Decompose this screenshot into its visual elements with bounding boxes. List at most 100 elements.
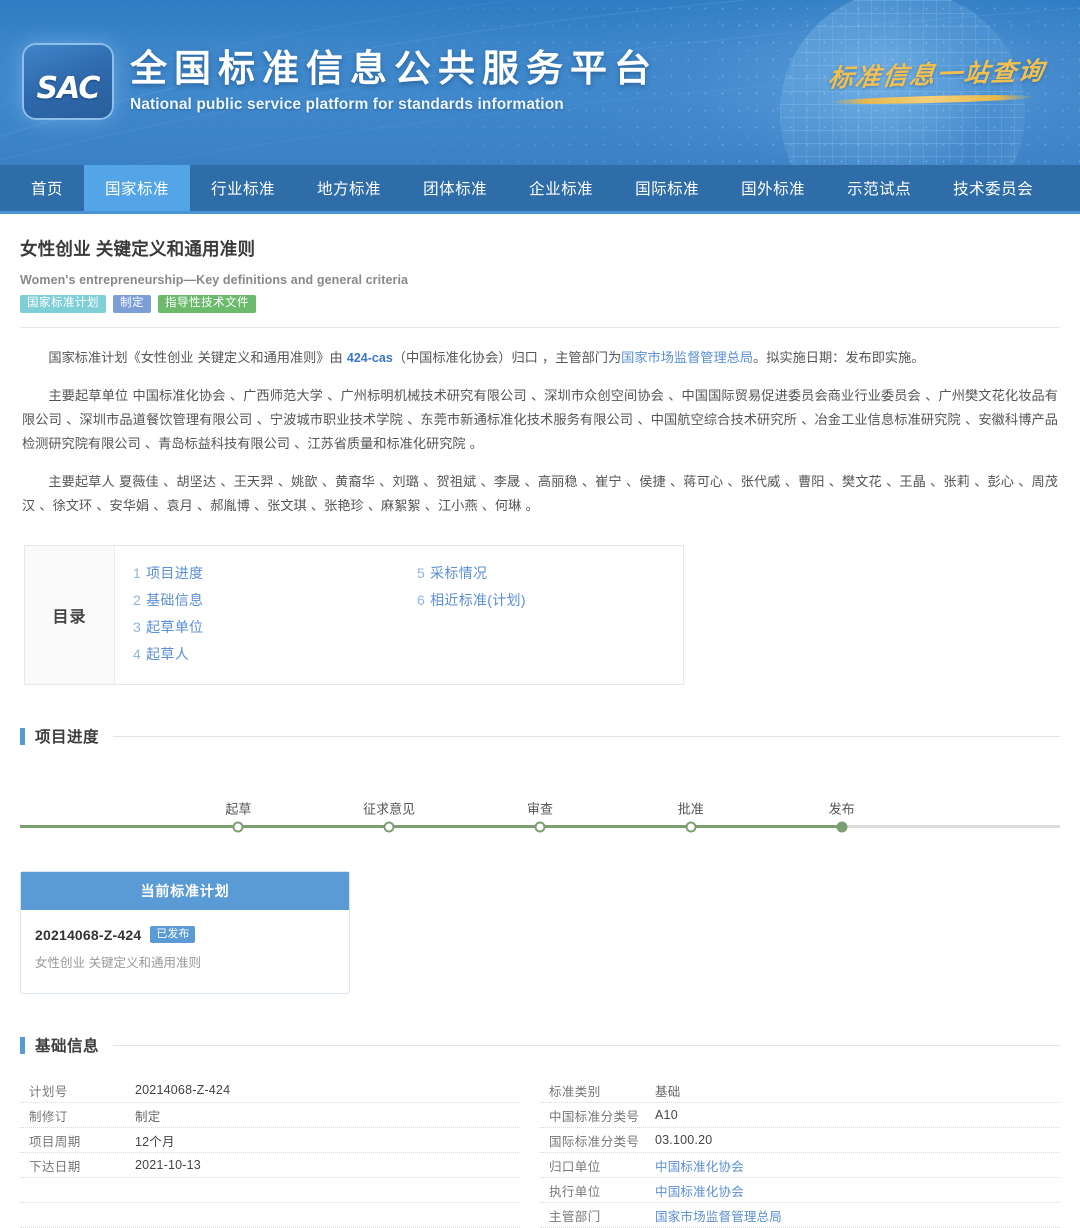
timeline-step-4: 批准: [685, 821, 696, 832]
timeline-step-1: 起草: [233, 821, 244, 832]
nav-item-enterprise[interactable]: 企业标准: [508, 165, 614, 211]
toc-item-number: 3: [133, 619, 141, 635]
info-row-key: 主管部门: [540, 1206, 655, 1225]
competent-department-link[interactable]: 国家市场监督管理总局: [621, 351, 753, 366]
main-navigation[interactable]: 首页国家标准行业标准地方标准团体标准企业标准国际标准国外标准示范试点技术委员会: [0, 165, 1080, 211]
timeline-step-3: 审查: [535, 821, 546, 832]
timeline-dot: [233, 821, 244, 832]
plan-card-body: 20214068-Z-424 已发布 女性创业 关键定义和通用准则: [21, 910, 349, 993]
info-row-value: 12个月: [135, 1131, 175, 1150]
toc-item-4[interactable]: 4 起草人: [133, 641, 399, 668]
section-header-progress: 项目进度: [20, 725, 1060, 747]
toc-columns: 1项目进度2基础信息3起草单位 4 起草人 5采标情况6相近标准(计划): [115, 546, 683, 684]
toc-item-label: 基础信息: [146, 592, 203, 608]
info-row-spacer: [20, 1203, 520, 1228]
section-title-progress: 项目进度: [35, 725, 99, 747]
tag-list: 国家标准计划制定指导性技术文件: [20, 295, 1060, 314]
nav-item-foreign[interactable]: 国外标准: [720, 165, 826, 211]
info-row: 制修订制定: [20, 1103, 520, 1128]
timeline-step-2: 征求意见: [384, 821, 395, 832]
toc-item-1[interactable]: 1项目进度: [133, 560, 399, 587]
timeline-step-label: 起草: [225, 798, 251, 817]
tag-badge-2: 指导性技术文件: [158, 295, 256, 314]
info-row-key: 项目周期: [20, 1131, 135, 1150]
nav-item-national[interactable]: 国家标准: [84, 165, 190, 211]
info-row-key: 下达日期: [20, 1156, 135, 1175]
summary-paragraph: 国家标准计划《女性创业 关键定义和通用准则》由 424-cas（中国标准化协会）…: [20, 346, 1060, 371]
nav-item-home[interactable]: 首页: [10, 165, 84, 211]
section-title-basic-info: 基础信息: [35, 1034, 99, 1056]
table-of-contents: 目录 1项目进度2基础信息3起草单位 4 起草人 5采标情况6相近标准(计划): [24, 545, 684, 685]
basic-info-column-right: 标准类别基础中国标准分类号A10国际标准分类号03.100.20归口单位中国标准…: [540, 1078, 1060, 1228]
toc-item-3[interactable]: 3起草单位: [133, 614, 399, 641]
plan-code-link[interactable]: 424-cas: [347, 351, 393, 365]
nav-item-demo[interactable]: 示范试点: [826, 165, 932, 211]
site-title-cn: 全国标准信息公共服务平台: [130, 48, 658, 91]
nav-item-group[interactable]: 团体标准: [402, 165, 508, 211]
timeline-step-label: 审查: [527, 798, 553, 817]
timeline-step-label: 批准: [678, 798, 704, 817]
drafters-label: 主要起草人: [48, 475, 119, 490]
timeline-step-5: 发布: [836, 821, 847, 832]
page-content: 女性创业 关键定义和通用准则 Women's entrepreneurship—…: [0, 236, 1080, 1228]
toc-label: 目录: [25, 546, 115, 684]
sac-logo-text: SAC: [37, 71, 100, 106]
progress-timeline: 起草征求意见审查批准发布: [20, 785, 1060, 837]
info-row: 下达日期2021-10-13: [20, 1153, 520, 1178]
tag-badge-0: 国家标准计划: [20, 295, 106, 314]
nav-item-committee[interactable]: 技术委员会: [932, 165, 1054, 211]
info-row-key: 国际标准分类号: [540, 1131, 655, 1150]
nav-item-local[interactable]: 地方标准: [296, 165, 402, 211]
info-row-value-link[interactable]: 国家市场监督管理总局: [655, 1206, 782, 1225]
info-row: 标准类别基础: [540, 1078, 1060, 1103]
toc-item-number: 5: [417, 565, 425, 581]
drafting-units-text: 中国标准化协会 、广西师范大学 、广州标明机械技术研究有限公司 、深圳市众创空间…: [22, 389, 1058, 452]
toc-item-label: 起草人: [146, 646, 189, 662]
status-badge: 已发布: [150, 926, 195, 943]
plan-card-title: 当前标准计划: [21, 872, 349, 910]
toc-item-number: 4: [133, 646, 141, 662]
nav-item-industry[interactable]: 行业标准: [190, 165, 296, 211]
toc-item-6[interactable]: 6相近标准(计划): [417, 587, 683, 614]
timeline-progress-fill: [20, 825, 842, 828]
plan-name: 女性创业 关键定义和通用准则: [35, 952, 335, 971]
site-header-banner: SAC 全国标准信息公共服务平台 National public service…: [0, 0, 1080, 165]
info-row: 计划号20214068-Z-424: [20, 1078, 520, 1103]
section-accent-bar: [20, 1037, 25, 1054]
page-title: 女性创业 关键定义和通用准则: [20, 236, 1060, 261]
basic-info-table: 计划号20214068-Z-424制修订制定项目周期12个月下达日期2021-1…: [20, 1078, 1060, 1228]
drafting-units-label: 主要起草单位: [48, 389, 132, 404]
info-row-key: 计划号: [20, 1081, 135, 1100]
toc-item-5[interactable]: 5采标情况: [417, 560, 683, 587]
info-row-spacer: [20, 1178, 520, 1203]
info-row-value: 2021-10-13: [135, 1158, 201, 1172]
section-header-basic-info: 基础信息: [20, 1034, 1060, 1056]
banner-title-group: 全国标准信息公共服务平台 National public service pla…: [130, 48, 658, 114]
info-row-value: 基础: [655, 1081, 680, 1100]
nav-item-international[interactable]: 国际标准: [614, 165, 720, 211]
info-row-key: 标准类别: [540, 1081, 655, 1100]
section-rule: [113, 736, 1060, 737]
info-row-value: 20214068-Z-424: [135, 1083, 230, 1097]
toc-column-left: 1项目进度2基础信息3起草单位 4 起草人: [115, 560, 399, 668]
info-row-value: 制定: [135, 1106, 160, 1125]
info-row-value-link[interactable]: 中国标准化协会: [655, 1181, 744, 1200]
current-standard-plan-card[interactable]: 当前标准计划 20214068-Z-424 已发布 女性创业 关键定义和通用准则: [20, 871, 350, 994]
info-row: 国际标准分类号03.100.20: [540, 1128, 1060, 1153]
summary-post: 。拟实施日期：发布即实施。: [753, 351, 924, 366]
timeline-step-label: 征求意见: [363, 798, 415, 817]
sac-logo[interactable]: SAC: [24, 45, 112, 118]
info-row-key: 归口单位: [540, 1156, 655, 1175]
banner-slogan-text: 标准信息一站查询: [826, 51, 1048, 95]
nav-bottom-rule: [0, 211, 1080, 214]
toc-item-2[interactable]: 2基础信息: [133, 587, 399, 614]
info-row-key: 执行单位: [540, 1181, 655, 1200]
site-title-en: National public service platform for sta…: [130, 96, 658, 114]
page-subtitle-en: Women's entrepreneurship—Key definitions…: [20, 273, 1060, 287]
summary-mid: （中国标准化协会）归口 ，主管部门为: [393, 351, 621, 366]
info-row-value-link[interactable]: 中国标准化协会: [655, 1156, 744, 1175]
summary-pre: 国家标准计划《女性创业 关键定义和通用准则》由: [48, 351, 347, 366]
toc-item-label: 相近标准(计划): [430, 592, 526, 608]
info-row: 中国标准分类号A10: [540, 1103, 1060, 1128]
info-row: 主管部门国家市场监督管理总局: [540, 1203, 1060, 1228]
